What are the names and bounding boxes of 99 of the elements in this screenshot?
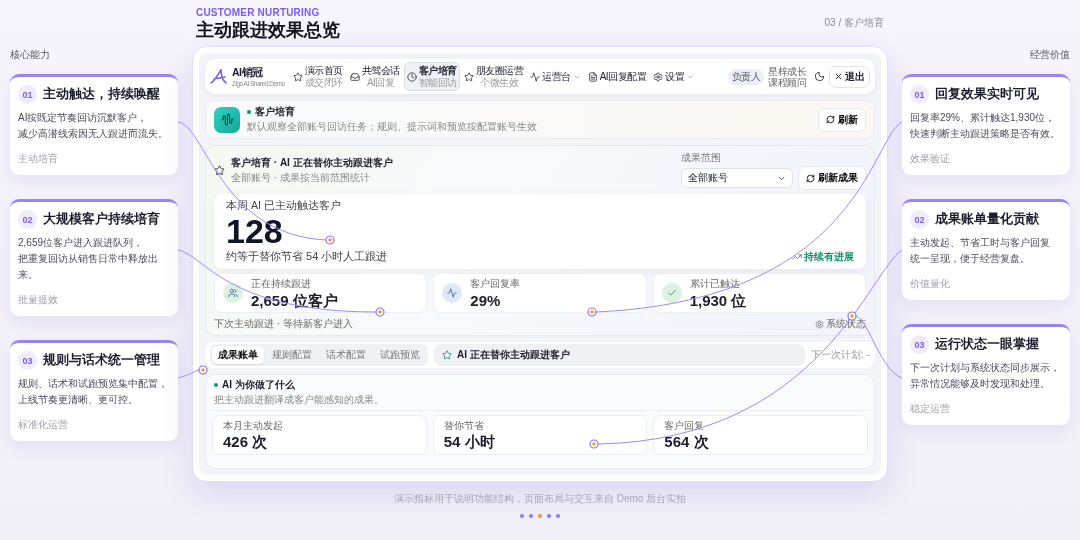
page-label: 03 / 客户培育 [824,16,884,30]
number-badge: 02 [18,210,37,229]
nav-icon [463,71,474,82]
panel-title: 客户培育 [255,105,295,119]
page-title: 主动跟进效果总览 [196,19,340,42]
logout-button[interactable]: 退出 [829,65,870,88]
metric-label: 替你节省 [443,419,485,433]
number-badge: 02 [910,210,929,229]
nav-item[interactable]: 演示首页 成交闭环 [289,62,346,91]
role-badge: 负责人 [727,68,764,85]
section-eyebrow: CUSTOMER NURTURING [196,7,321,18]
stat-value: 1,930 位 [689,292,747,309]
card-title: 主动触达，持续唤醒 [43,86,160,103]
card-tag: 批量提效 [18,293,170,307]
nav-icon [587,71,598,82]
user-name: 星梓成长课程顾问 [768,65,808,88]
metric-value: 128 [226,213,283,249]
stat-glyph-icon [666,288,677,298]
card-title: 运行状态一眼掌握 [935,336,1039,353]
logo-icon [210,68,228,85]
stat-glyph-icon [228,288,238,298]
metric-note: 约等于替你节省 54 小时人工跟进 [226,249,388,264]
scope-select[interactable]: 全部账号 [681,168,793,188]
theme-toggle-icon[interactable] [814,71,825,82]
card-tag: 价值量化 [910,277,1062,291]
stat-value: 29% [470,292,502,309]
card-tag: 主动培育 [18,152,170,166]
card-subtitle: 全部账号 · 成果按当前范围统计 [231,171,371,185]
refresh-icon [826,115,835,124]
nav-icon [292,71,303,82]
card-description: 回复率29%、累计触达1,930位， 快速判断主动跟进策略是否有效。 [910,111,1061,141]
nav-item[interactable]: 客户培育 智能回访 [403,62,460,91]
star-icon [214,165,225,176]
status-dot-icon [214,383,218,387]
tab[interactable]: 试跑预览 [374,346,426,364]
close-icon [834,72,843,81]
nav-icon [406,71,417,82]
pagination-dot[interactable] [538,514,542,518]
stat-label: 累计已触达 [689,277,741,291]
card-title: 大规模客户持续培育 [43,211,160,228]
nav-item[interactable]: 运营台 [527,67,584,86]
card-description: AI按既定节奏回访沉默客户， 减少高潜线索因无人跟进而流失。 [18,111,169,141]
nav-item[interactable]: 设置 [650,67,698,86]
star-icon [442,350,452,360]
gear-icon [815,319,824,329]
brand-name: AI销冠 [232,66,264,80]
status-dot-icon [247,110,251,114]
pagination-dot[interactable] [520,514,524,518]
card-tag: 稳定运营 [910,402,1062,416]
card-title: AI 为你做了什么 [222,378,295,392]
card-description: 下一次计划与系统状态同步展示， 异常情况能够及时发现和处理。 [910,361,1061,391]
card-title: 客户培育 · AI 正在替你主动跟进客户 [231,156,393,170]
trend-label: 持续有进展 [792,249,854,264]
number-badge: 03 [18,351,37,370]
metric-label: 本月主动发起 [223,419,284,433]
metric-label: 本周 AI 已主动触达客户 [226,199,342,213]
refresh-icon [806,173,815,183]
nav-icon [653,71,664,82]
card-tag: 效果验证 [910,152,1062,166]
tab[interactable]: 话术配置 [320,346,372,364]
metric-value: 426 次 [223,433,269,451]
pagination-dot[interactable] [547,514,551,518]
nav-item[interactable]: 共驾会话 AI回复 [346,62,403,91]
stat-label: 正在持续跟进 [251,277,312,291]
card-description: 主动发起、节省工时与客户回复 统一呈现，便于经营复盘。 [910,236,1051,266]
trend-icon [792,251,802,262]
tab[interactable]: 规则配置 [266,346,318,364]
tab[interactable]: 成果账单 [212,346,264,364]
panel-subtitle: 默认观察全部账号回访任务；规则、提示词和预览按配置账号生效 [247,120,537,134]
column-heading: 经营价值 [1030,48,1070,62]
card-subtitle: 把主动跟进翻译成客户能感知的成果。 [214,393,385,407]
nav-icon [530,71,541,82]
stat-label: 客户回复率 [470,277,521,291]
stat-value: 2,659 位客户 [251,292,338,309]
status-banner: AI 正在替你主动跟进客户 [434,344,806,366]
metric-value: 564 次 [664,433,710,451]
nav-item[interactable]: 朋友圈运营 个微生效 [460,62,527,91]
card-tag: 标准化运营 [18,418,170,432]
card-title: 回复效果实时可见 [935,86,1039,103]
field-label: 成果范围 [681,151,722,165]
pagination-dot[interactable] [529,514,533,518]
number-badge: 03 [910,335,929,354]
number-badge: 01 [910,85,929,104]
card-description: 规则、话术和试跑预览集中配置， 上线节奏更清晰、更可控。 [18,377,169,407]
number-badge: 01 [18,85,37,104]
nav-item[interactable]: AI回复配置 [584,67,650,86]
nav-icon [349,71,360,82]
column-heading: 核心能力 [10,48,50,62]
refresh-results-button[interactable]: 刷新成果 [798,166,866,190]
metric-value: 54 小时 [443,433,496,451]
next-followup-text: 下次主动跟进 · 等待新客户进入 [214,317,353,331]
refresh-button[interactable]: 刷新 [818,107,866,132]
pagination-dot[interactable] [556,514,560,518]
card-description: 2,659位客户进入跟进队列， 把重复回访从销售日常中释放出来。 [18,236,159,282]
card-title: 成果账单量化贡献 [935,211,1039,228]
system-status: 系统状态 [815,317,866,331]
stat-glyph-icon [447,288,458,298]
waveform-icon [214,106,240,133]
card-title: 规则与话术统一管理 [43,352,160,369]
